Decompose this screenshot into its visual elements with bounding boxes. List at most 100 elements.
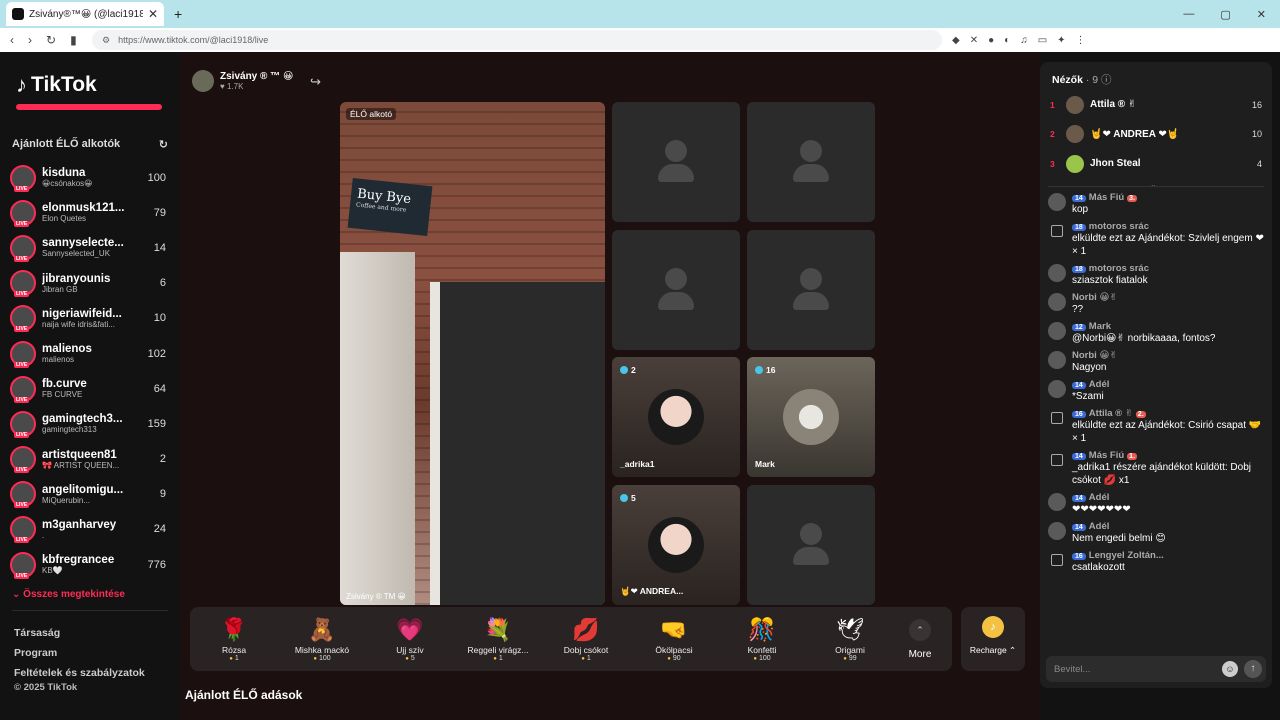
footer-link-terms[interactable]: Feltételek és szabályzatok [14,664,145,684]
back-button[interactable]: ‹ [10,33,14,47]
creator-item[interactable]: LIVE angelitomigu... MiQuerubin... 9 [10,477,166,512]
host-info[interactable]: Zsivány ® ™ 😀 ♥ 1.7K [192,70,293,92]
chat-message-header[interactable]: 16 Attila ® ✌ 2. [1072,408,1266,419]
guest-slot-empty[interactable] [612,230,740,350]
new-tab-button[interactable]: + [174,6,182,22]
creator-item[interactable]: LIVE kbfregrancee KB🤍 776 [10,547,166,582]
chat-username[interactable]: Más Fiú [1089,450,1124,461]
chat-username[interactable]: motoros srác [1089,263,1149,274]
tab-close-icon[interactable]: ✕ [148,7,158,21]
chat-username[interactable]: Attila ® ✌ [1089,408,1133,419]
creator-item[interactable]: LIVE malienos malienos 102 [10,336,166,371]
guest-slot[interactable]: 16 Mark [747,357,875,477]
creator-item[interactable]: LIVE elonmusk121... Elon Quetes 79 [10,195,166,230]
show-all-link[interactable]: ⌄ Összes megtekintése [12,589,125,600]
main-video[interactable]: Buy Bye Coffee and more ÉLŐ alkotó Zsivá… [340,102,605,605]
gift-item-finger-heart[interactable]: 💗 Ujj szív5 [366,617,454,662]
chat-username[interactable]: Lengyel Zoltán... [1089,550,1164,561]
creator-name: gamingtech3... [42,413,123,426]
more-gifts-button[interactable]: ⌃ More [894,618,946,660]
footer-link-program[interactable]: Program [14,644,145,664]
chat-username[interactable]: Adél [1089,379,1110,390]
maximize-button[interactable]: ▢ [1220,8,1230,21]
creator-item[interactable]: LIVE gamingtech3... gamingtech313 159 [10,406,166,441]
chat-message-header[interactable]: 14 Adél [1072,379,1266,390]
close-window-button[interactable]: ✕ [1257,8,1266,21]
gift-item-origami[interactable]: 🕊 Origami99 [806,617,894,662]
gift-item-kiss[interactable]: 💋 Dobj csókot1 [542,617,630,662]
avatar: LIVE [10,340,36,368]
chat-message-header[interactable]: 16 Lengyel Zoltán... [1072,550,1266,561]
guest-slot-empty[interactable] [747,102,875,222]
info-icon[interactable]: ⓘ [1101,74,1112,86]
chat-input[interactable]: Bevitel... ☺ ↑ [1046,656,1266,682]
footer-link-company[interactable]: Társaság [14,624,145,644]
recharge-button[interactable]: ♪ Recharge ⌃ [961,607,1025,671]
viewer-row[interactable]: 1 Attila ® ✌ 16 [1050,90,1262,120]
send-icon[interactable]: ↑ [1244,660,1262,678]
chat-username[interactable]: motoros srác [1089,221,1149,232]
creator-item[interactable]: LIVE m3ganharvey. 24 [10,512,166,547]
live-badge: LIVE [14,396,30,403]
chat-message-header[interactable]: 14 Adél [1072,521,1266,532]
url-field[interactable]: ⚙ https://www.tiktok.com/@laci1918/live [92,30,942,50]
fan-badge: 1. [1127,453,1138,460]
emoji-icon[interactable]: ☺ [1222,661,1238,677]
extension-icon[interactable]: ✦ [1057,35,1065,46]
guest-slot-empty[interactable] [747,230,875,350]
creator-item[interactable]: LIVE sannyselecte... Sannyselected_UK 14 [10,230,166,265]
chat-username[interactable]: Norbi 😀✌ [1072,350,1117,361]
gift-item-flowers[interactable]: 💐 Reggeli virágz...1 [454,617,542,662]
chat-message-header[interactable]: 18 motoros srác [1072,221,1266,232]
tiktok-logo[interactable]: ♪ TikTok [16,72,97,98]
chat-message-header[interactable]: Norbi 😀✌ [1072,292,1266,303]
chat-username[interactable]: Norbi 😀✌ [1072,292,1117,303]
refresh-icon[interactable]: ↻ [159,138,168,151]
menu-icon[interactable]: ⋮ [1076,35,1086,46]
chat-message-header[interactable]: 14 Adél [1072,492,1266,503]
guest-slot-empty[interactable] [612,102,740,222]
forward-button[interactable]: › [28,33,32,47]
extension-icon[interactable]: ◆ [952,35,960,46]
chat-message-header[interactable]: 14 Más Fiú 3. [1072,192,1266,203]
avatar [1066,95,1084,114]
chat-message-header[interactable]: 14 Más Fiú 1. [1072,450,1266,461]
extension-icon[interactable]: ✕ [970,35,978,46]
chat-message-header[interactable]: 12 Mark [1072,321,1266,332]
extension-icon[interactable]: ♫ [1020,35,1028,46]
extension-icon[interactable]: ● [988,35,994,46]
chat-username[interactable]: Adél [1089,492,1110,503]
chevron-down-icon[interactable]: ⌄ [1150,180,1157,189]
browser-tab[interactable]: Zsivány®™😀 (@laci1918) ÉL... ✕ [6,2,164,26]
gift-item-teddy[interactable]: 🧸 Mishka mackó100 [278,617,366,662]
gift-item-rose[interactable]: 🌹 Rózsa1 [190,617,278,662]
chat-message-header[interactable]: 18 motoros srác [1072,263,1266,274]
creator-item[interactable]: LIVE nigeriawifeid... naija wife idris&fat… [10,301,166,336]
bookmark-icon[interactable]: ▮ [70,33,77,47]
live-button-bar[interactable] [16,104,162,110]
extension-icon[interactable]: ▭ [1038,35,1047,46]
share-icon[interactable]: ↪ [310,74,321,90]
avatar [1048,351,1066,369]
creator-sub: MiQuerubin... [42,495,91,505]
chat-message-header[interactable]: Norbi 😀✌ [1072,350,1266,361]
creator-item[interactable]: LIVE jibranyounis Jibran GB 6 [10,266,166,301]
creator-item[interactable]: LIVE kisduna 😀csónakos😀 100 [10,160,166,195]
extension-icon[interactable]: ◐ [1004,35,1010,46]
reload-button[interactable]: ↻ [46,33,56,47]
minimize-button[interactable]: — [1183,8,1194,21]
chat-username[interactable]: Mark [1089,321,1111,332]
creator-item[interactable]: LIVE artistqueen81 🎀 ARTIST QUEEN... 2 [10,442,166,477]
gift-item-confetti[interactable]: 🎊 Konfetti100 [718,617,806,662]
fan-badge: 3. [1127,195,1138,202]
gift-item-fist-bump[interactable]: 🤜 Ökölpacsi90 [630,617,718,662]
chat-username[interactable]: Adél [1089,521,1110,532]
chat-username[interactable]: Más Fiú [1089,192,1124,203]
guest-slot[interactable]: 5 🤘❤ ANDREA... [612,485,740,605]
viewer-row[interactable]: 3 Jhon Steal 4 [1050,149,1262,179]
site-info-icon[interactable]: ⚙ [102,35,110,46]
guest-slot-empty[interactable] [747,485,875,605]
viewer-row[interactable]: 2 🤘❤ ANDREA ❤🤘 10 [1050,120,1262,150]
creator-item[interactable]: LIVE fb.curve FB CURVE 64 [10,371,166,406]
guest-slot[interactable]: 2 _adrika1 [612,357,740,477]
